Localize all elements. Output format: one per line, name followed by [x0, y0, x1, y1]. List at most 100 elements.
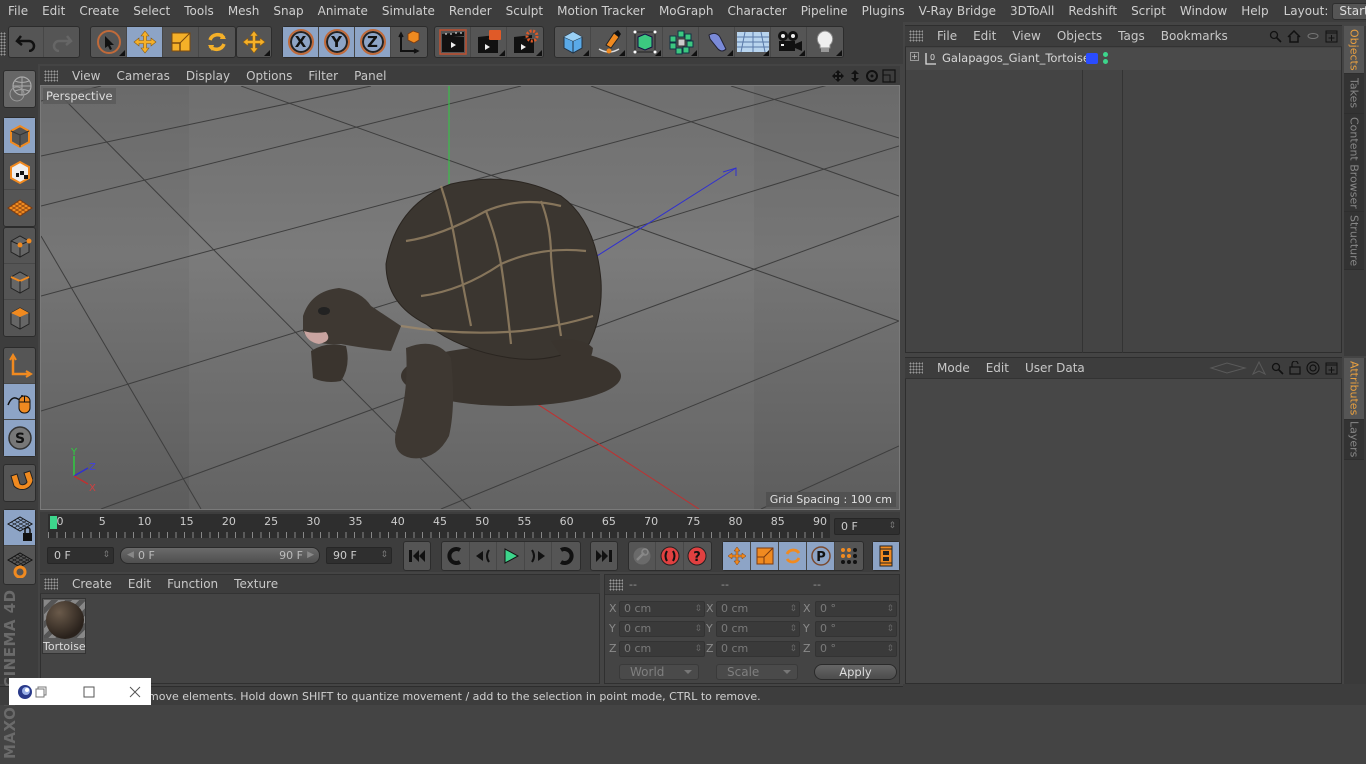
objects-menu-objects[interactable]: Objects: [1049, 29, 1110, 43]
rotation-b-field[interactable]: 0 °: [815, 641, 897, 657]
menu-simulate[interactable]: Simulate: [375, 0, 442, 22]
up-arrow-icon[interactable]: [1252, 361, 1266, 375]
end-frame-field[interactable]: 90 F: [326, 547, 392, 564]
menu-tools[interactable]: Tools: [177, 0, 221, 22]
render-to-picture-viewer-button[interactable]: [471, 27, 507, 57]
tab-objects[interactable]: Objects: [1344, 26, 1364, 74]
menu-edit[interactable]: Edit: [35, 0, 72, 22]
go-to-start-button[interactable]: [404, 542, 430, 570]
render-visibility-dot[interactable]: [1103, 59, 1108, 64]
snap-button[interactable]: S: [4, 420, 35, 456]
search-icon[interactable]: [1271, 362, 1284, 375]
panel-grip[interactable]: [44, 578, 58, 590]
locked-workplane-button[interactable]: [4, 510, 35, 546]
edges-mode-button[interactable]: [4, 264, 35, 300]
material-menu-function[interactable]: Function: [159, 577, 226, 591]
menu-window[interactable]: Window: [1173, 0, 1234, 22]
go-to-end-button[interactable]: [591, 542, 617, 570]
panel-grip[interactable]: [44, 69, 58, 82]
frame-range-slider[interactable]: ◀ 0 F 90 F ▶: [120, 547, 320, 564]
attributes-menu-mode[interactable]: Mode: [929, 361, 978, 375]
make-editable-button[interactable]: [4, 71, 35, 107]
editor-visibility-dot[interactable]: [1103, 52, 1108, 57]
viewport-menu-panel[interactable]: Panel: [346, 69, 394, 83]
menu-mesh[interactable]: Mesh: [221, 0, 267, 22]
size-z-field[interactable]: 0 cm: [716, 641, 800, 657]
menu-motion-tracker[interactable]: Motion Tracker: [550, 0, 652, 22]
material-menu-edit[interactable]: Edit: [120, 577, 159, 591]
oval-icon[interactable]: [1306, 31, 1320, 41]
size-x-field[interactable]: 0 cm: [716, 601, 800, 617]
menu-render[interactable]: Render: [442, 0, 499, 22]
material-tortoise[interactable]: Tortoise: [42, 598, 86, 654]
back-forward-icon[interactable]: [1209, 361, 1247, 375]
light-button[interactable]: [807, 27, 843, 57]
tab-takes[interactable]: Takes: [1344, 74, 1364, 114]
panel-grip[interactable]: [909, 30, 923, 42]
camera-button[interactable]: [771, 27, 807, 57]
coordinate-space-dropdown[interactable]: World: [619, 664, 699, 680]
maximize-view-icon[interactable]: [882, 68, 896, 83]
tweak-mode-button[interactable]: [4, 384, 35, 420]
menu-vray-bridge[interactable]: V-Ray Bridge: [912, 0, 1003, 22]
menu-3dtoall[interactable]: 3DToAll: [1003, 0, 1061, 22]
rotate-button[interactable]: [199, 27, 235, 57]
search-icon[interactable]: [1269, 30, 1282, 43]
tab-attributes[interactable]: Attributes: [1344, 358, 1364, 420]
target-icon[interactable]: [1306, 361, 1320, 375]
rotation-key-button[interactable]: [779, 542, 807, 570]
position-x-field[interactable]: 0 cm: [619, 601, 705, 617]
menu-script[interactable]: Script: [1124, 0, 1173, 22]
expand-toggle[interactable]: +: [910, 52, 919, 61]
model-mode-button[interactable]: [4, 118, 35, 154]
menu-snap[interactable]: Snap: [266, 0, 310, 22]
size-y-field[interactable]: 0 cm: [716, 621, 800, 637]
new-panel-icon[interactable]: [1325, 362, 1338, 375]
maximize-icon[interactable]: [83, 686, 95, 698]
start-frame-field[interactable]: 0 F: [47, 547, 114, 564]
panel-grip[interactable]: [609, 578, 623, 591]
unlock-icon[interactable]: [1289, 361, 1301, 375]
previous-frame-button[interactable]: [470, 542, 498, 570]
cloner-button[interactable]: [663, 27, 699, 57]
menu-sculpt[interactable]: Sculpt: [499, 0, 550, 22]
rotation-p-field[interactable]: 0 °: [815, 621, 897, 637]
material-menu-texture[interactable]: Texture: [226, 577, 286, 591]
panel-grip[interactable]: [909, 362, 923, 374]
pen-button[interactable]: [591, 27, 627, 57]
scale-key-button[interactable]: [751, 542, 779, 570]
tab-layers[interactable]: Layers: [1344, 420, 1364, 460]
objects-menu-bookmarks[interactable]: Bookmarks: [1153, 29, 1236, 43]
autokey-button[interactable]: [656, 542, 684, 570]
layout-dropdown[interactable]: Startup: [1332, 2, 1366, 20]
tab-structure[interactable]: Structure: [1344, 212, 1364, 270]
workplane-button[interactable]: [4, 190, 35, 226]
new-panel-icon[interactable]: [1325, 30, 1338, 43]
floor-button[interactable]: [735, 27, 771, 57]
menu-create[interactable]: Create: [72, 0, 126, 22]
pan-icon[interactable]: [831, 69, 845, 83]
render-settings-button[interactable]: [507, 27, 543, 57]
rotation-h-field[interactable]: 0 °: [815, 601, 897, 617]
home-icon[interactable]: [1287, 29, 1301, 43]
scale-button[interactable]: [163, 27, 199, 57]
live-selection-button[interactable]: [91, 27, 127, 57]
orbit-icon[interactable]: [865, 69, 879, 83]
menu-animate[interactable]: Animate: [311, 0, 375, 22]
deformer-button[interactable]: [699, 27, 735, 57]
parameter-key-button[interactable]: P: [807, 542, 835, 570]
keyframe-selection-button[interactable]: ?: [684, 542, 711, 570]
close-icon[interactable]: [129, 686, 141, 698]
play-button[interactable]: [497, 542, 525, 570]
objects-menu-tags[interactable]: Tags: [1110, 29, 1153, 43]
tab-content-browser[interactable]: Content Browser: [1344, 114, 1364, 212]
points-mode-button[interactable]: [4, 228, 35, 264]
undo-button[interactable]: [9, 27, 45, 57]
menu-character[interactable]: Character: [720, 0, 793, 22]
attributes-menu-edit[interactable]: Edit: [978, 361, 1017, 375]
current-frame-field[interactable]: 0 F: [834, 518, 900, 535]
menu-file[interactable]: File: [0, 0, 35, 22]
attributes-menu-user-data[interactable]: User Data: [1017, 361, 1093, 375]
restore-icon[interactable]: [35, 686, 47, 698]
transform-button[interactable]: [237, 27, 271, 57]
